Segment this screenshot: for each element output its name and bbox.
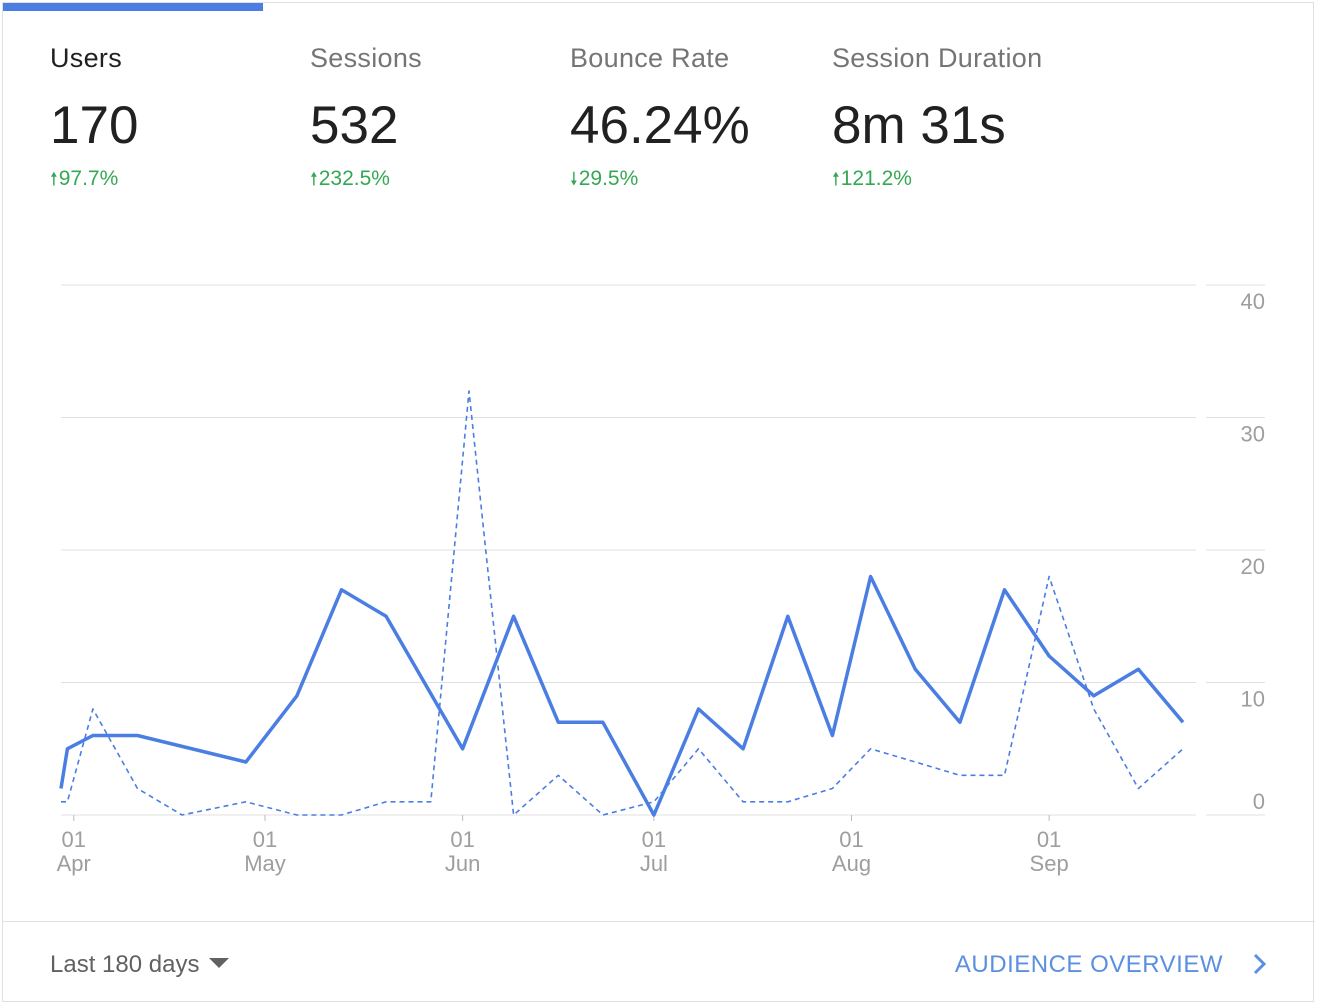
x-tick-month: Jul	[640, 851, 668, 876]
series-line-current	[59, 574, 1185, 817]
chevron-right-icon	[1253, 953, 1267, 974]
x-tick-day: 01	[450, 827, 474, 852]
y-tick-label: 40	[1241, 289, 1265, 314]
y-tick-label: 0	[1253, 789, 1265, 814]
x-tick-month: May	[244, 851, 286, 876]
x-tick-day: 01	[1037, 827, 1061, 852]
caret-down-icon	[209, 957, 230, 968]
users-line-chart: 40302010001Apr01May01Jun01Jul01Aug01Sep	[57, 284, 1265, 876]
footer-divider	[3, 921, 1315, 922]
date-range-label: Last 180 days	[50, 951, 200, 978]
date-range-dropdown[interactable]: Last 180 days	[50, 951, 230, 979]
y-tick-label: 10	[1241, 687, 1265, 712]
x-tick-month: Jun	[445, 851, 480, 876]
x-tick-day: 01	[62, 827, 86, 852]
audience-overview-label: AUDIENCE OVERVIEW	[954, 951, 1223, 978]
x-tick-day: 01	[839, 827, 863, 852]
y-tick-label: 30	[1241, 422, 1265, 447]
y-tick-label: 20	[1241, 554, 1265, 579]
audience-overview-link[interactable]: AUDIENCE OVERVIEW	[955, 951, 1267, 979]
x-tick-month: Sep	[1030, 851, 1069, 876]
x-tick-day: 01	[642, 827, 666, 852]
x-tick-month: Apr	[57, 851, 91, 876]
x-tick-day: 01	[253, 827, 277, 852]
x-tick-month: Aug	[832, 851, 871, 876]
analytics-card: Users 170 🠕97.7% Sessions 532 🠕232.5% Bo…	[2, 2, 1315, 1002]
